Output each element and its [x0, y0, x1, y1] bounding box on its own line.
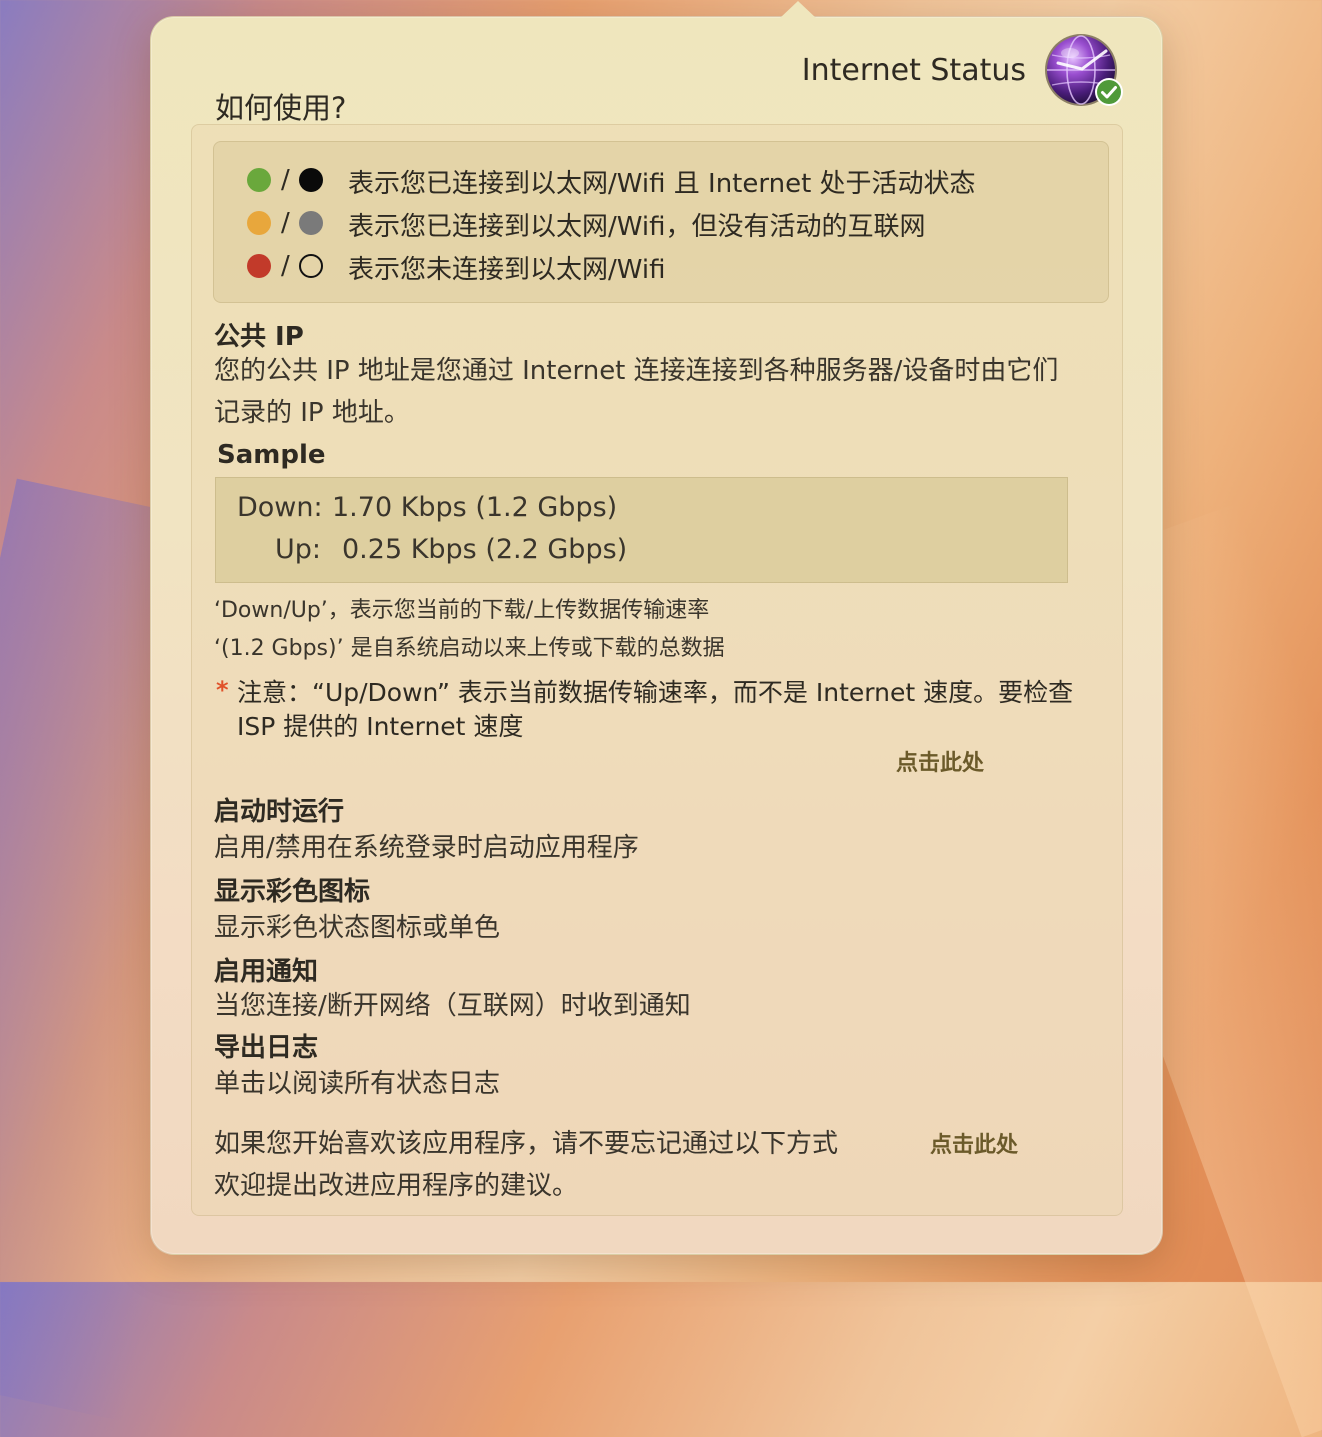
feedback-line1: 如果您开始喜欢该应用程序，请不要忘记通过以下方式: [214, 1129, 839, 1159]
sample-title: Sample: [217, 440, 326, 470]
sample-down-label: Down:: [237, 492, 323, 523]
feature-export-desc: 单击以阅读所有状态日志: [214, 1069, 501, 1099]
legend-row-no-internet: /: [247, 207, 323, 239]
sample-box: Down: 1.70 Kbps (1.2 Gbps) Up: 0.25 Kbps…: [215, 477, 1068, 583]
feature-export-title: 导出日志: [214, 1033, 319, 1063]
hollow-dot-icon: [299, 254, 323, 278]
feature-color-icon-title: 显示彩色图标: [214, 877, 371, 907]
orange-dot-icon: [247, 211, 271, 235]
feature-launch-title: 启动时运行: [214, 797, 345, 827]
feature-launch-desc: 启用/禁用在系统登录时启动应用程序: [214, 833, 639, 863]
sample-up-value: 0.25 Kbps (2.2 Gbps): [342, 534, 628, 565]
legend-separator: /: [281, 251, 290, 281]
status-legend: / 表示您已连接到以太网/Wifi 且 Internet 处于活动状态 / 表示…: [213, 141, 1109, 303]
warning-line1: 注意：“Up/Down” 表示当前数据传输速率，而不是 Internet 速度。…: [237, 678, 1074, 707]
speed-test-link[interactable]: 点击此处: [896, 745, 984, 777]
checkmark-badge-icon: [1095, 78, 1123, 106]
sample-note-rate: ‘Down/Up’，表示您当前的下载/上传数据传输速率: [214, 598, 710, 623]
help-panel: / 表示您已连接到以太网/Wifi 且 Internet 处于活动状态 / 表示…: [191, 124, 1123, 1216]
legend-text-disconnected: 表示您未连接到以太网/Wifi: [348, 255, 666, 285]
popover-arrow: [780, 1, 816, 18]
green-dot-icon: [247, 168, 271, 192]
feedback-link[interactable]: 点击此处: [930, 1127, 1018, 1159]
legend-row-disconnected: /: [247, 250, 323, 282]
black-dot-icon: [299, 168, 323, 192]
public-ip-title: 公共 IP: [214, 322, 304, 352]
red-dot-icon: [247, 254, 271, 278]
legend-text-no-internet: 表示您已连接到以太网/Wifi，但没有活动的互联网: [348, 212, 926, 242]
help-popover: Internet Status 如何使用? / 表示您已连接到以太网/Wifi …: [150, 1, 1163, 1255]
gray-dot-icon: [299, 211, 323, 235]
feature-notify-desc: 当您连接/断开网络（互联网）时收到通知: [214, 991, 691, 1021]
feedback-line2: 欢迎提出改进应用程序的建议。: [214, 1171, 579, 1201]
legend-separator: /: [281, 208, 290, 238]
sample-up-label: Up:: [275, 534, 321, 565]
howto-title: 如何使用?: [215, 91, 347, 125]
sample-down-value: 1.70 Kbps (1.2 Gbps): [332, 492, 618, 523]
warning-line2: ISP 提供的 Internet 速度: [237, 712, 524, 741]
public-ip-desc-line2: 记录的 IP 地址。: [214, 398, 410, 428]
legend-text-connected-active: 表示您已连接到以太网/Wifi 且 Internet 处于活动状态: [348, 169, 976, 199]
sample-note-total: ‘(1.2 Gbps)’ 是自系统启动以来上传或下载的总数据: [214, 636, 725, 661]
warning-asterisk: *: [216, 676, 229, 704]
app-title: Internet Status: [801, 53, 1026, 88]
feature-notify-title: 启用通知: [214, 957, 319, 987]
feature-color-icon-desc: 显示彩色状态图标或单色: [214, 913, 501, 943]
legend-separator: /: [281, 165, 290, 195]
public-ip-desc-line1: 您的公共 IP 地址是您通过 Internet 连接连接到各种服务器/设备时由它…: [214, 356, 1059, 386]
legend-row-connected-active: /: [247, 164, 323, 196]
